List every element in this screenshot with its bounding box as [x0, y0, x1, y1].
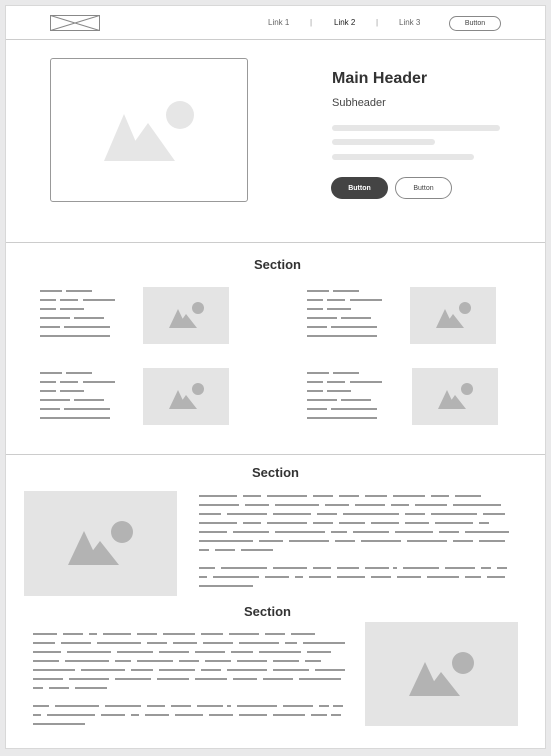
section-divider	[6, 242, 545, 243]
image-placeholder-icon	[409, 652, 474, 696]
nav-link-2[interactable]: Link 2	[334, 18, 355, 27]
image-placeholder-icon	[169, 302, 204, 328]
hero-text-line	[332, 139, 435, 145]
main-header: Main Header	[332, 70, 428, 87]
hero-image	[50, 58, 248, 202]
nav-link-3[interactable]: Link 3	[399, 18, 420, 27]
hero-text-line	[332, 125, 500, 131]
section-image	[24, 491, 177, 596]
section-divider	[6, 454, 545, 455]
hero-text-line	[332, 154, 474, 160]
card-image	[143, 287, 229, 344]
card-image	[410, 287, 496, 344]
section-title: Section	[254, 257, 301, 272]
nav-separator: |	[376, 18, 379, 27]
nav-divider	[6, 39, 545, 40]
primary-button[interactable]: Button	[331, 177, 388, 199]
nav-link-1[interactable]: Link 1	[268, 18, 289, 27]
card-image	[412, 368, 498, 425]
section-title: Section	[252, 465, 299, 480]
wireframe-page: Link 1 | Link 2 | Link 3 Button Main Hea…	[5, 5, 546, 749]
nav-separator: |	[310, 18, 313, 27]
nav-button[interactable]: Button	[449, 16, 501, 31]
image-placeholder-icon	[68, 521, 133, 565]
section-image	[365, 622, 518, 726]
image-placeholder-icon	[169, 383, 204, 409]
image-placeholder-icon	[436, 302, 471, 328]
secondary-button[interactable]: Button	[395, 177, 452, 199]
section-title: Section	[244, 604, 291, 619]
subheader: Subheader	[332, 97, 386, 109]
image-placeholder-icon	[438, 383, 473, 409]
image-placeholder-icon	[104, 101, 194, 161]
card-image	[143, 368, 229, 425]
logo-placeholder-icon[interactable]	[50, 15, 100, 31]
